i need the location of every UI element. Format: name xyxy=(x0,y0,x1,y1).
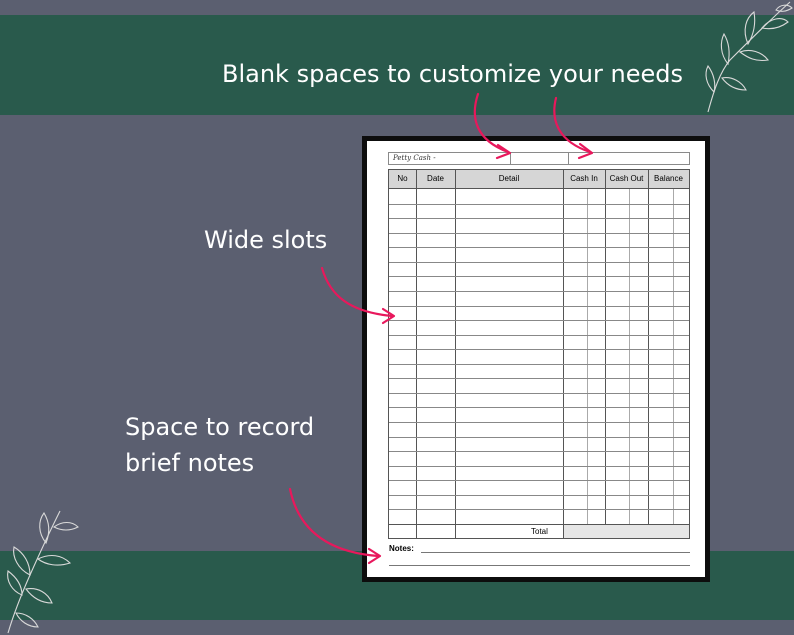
arrow-icon xyxy=(288,92,594,565)
